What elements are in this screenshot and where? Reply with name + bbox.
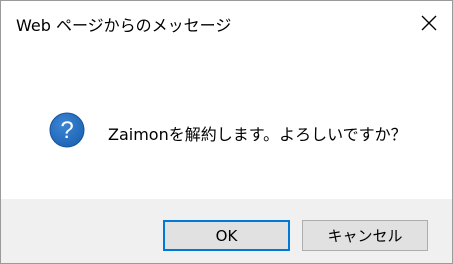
close-icon xyxy=(421,15,437,31)
title-bar: Web ページからのメッセージ xyxy=(1,1,452,45)
button-bar: OK キャンセル xyxy=(1,199,452,263)
question-icon: ? xyxy=(49,112,85,148)
cancel-button[interactable]: キャンセル xyxy=(302,220,428,251)
dialog-title: Web ページからのメッセージ xyxy=(16,16,232,35)
svg-text:?: ? xyxy=(60,117,73,144)
ok-button[interactable]: OK xyxy=(163,220,290,251)
close-button[interactable] xyxy=(406,1,452,45)
dialog-body: ? Zaimonを解約します。よろしいですか？ xyxy=(1,45,452,199)
dialog-message: Zaimonを解約します。よろしいですか？ xyxy=(108,125,407,144)
confirm-dialog: Web ページからのメッセージ ? Zaimonを解約します。よろしいですか？ … xyxy=(0,0,453,264)
